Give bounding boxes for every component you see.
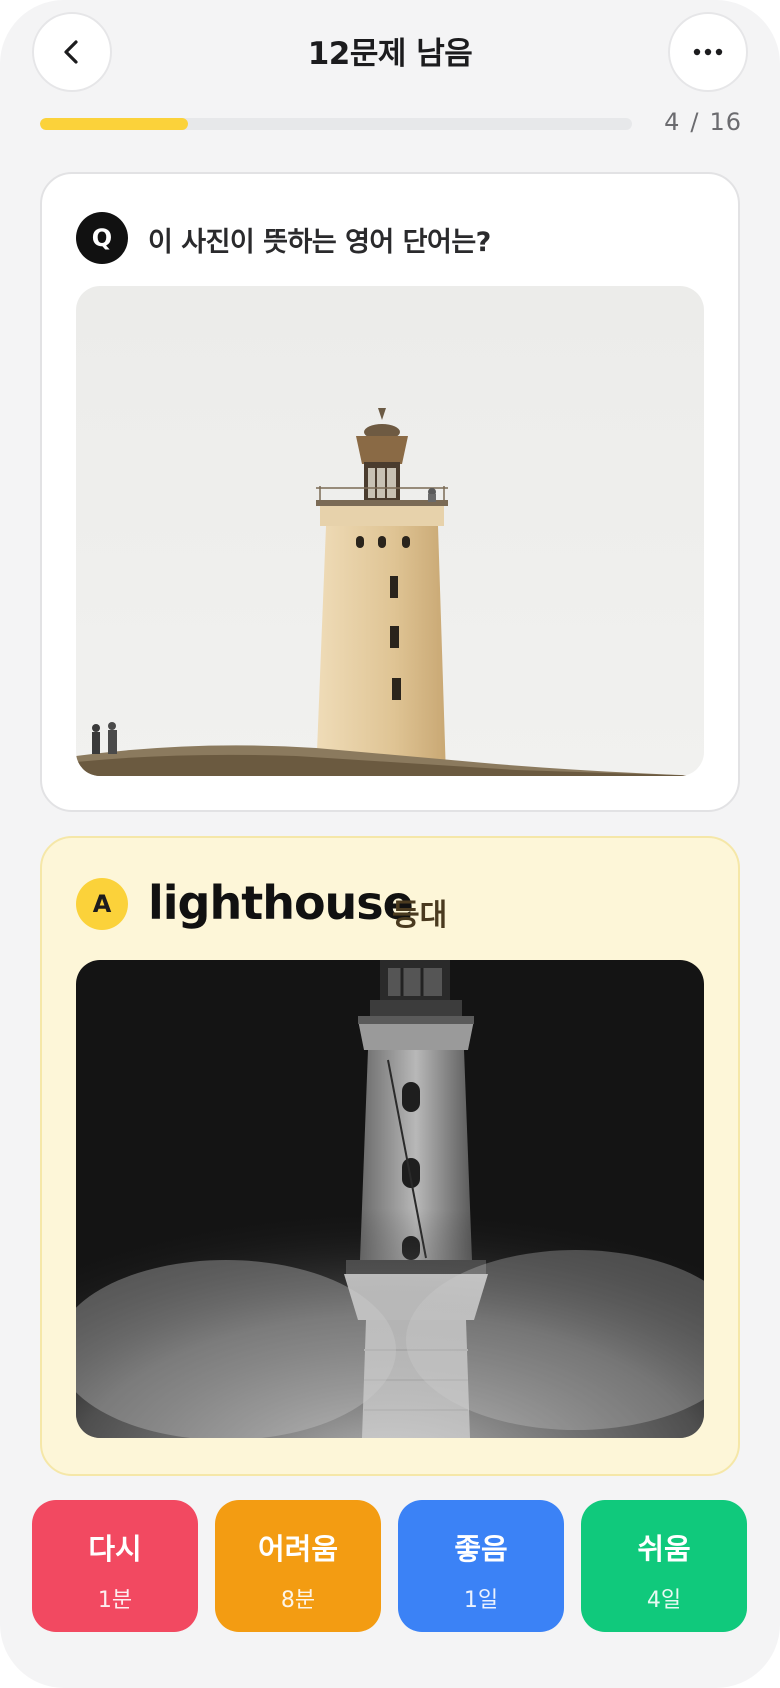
- chevron-left-icon: [64, 40, 78, 64]
- answer-card: A lighthouse 등대: [40, 836, 740, 1476]
- lighthouse-daytime-image: [76, 286, 704, 776]
- rate-good-button[interactable]: 좋음 1일: [398, 1500, 564, 1632]
- answer-meaning: 등대: [392, 898, 448, 933]
- progress-count: 4 / 16: [646, 108, 742, 136]
- rate-again-button[interactable]: 다시 1분: [32, 1500, 198, 1632]
- page-title: 12문제 남음: [307, 36, 473, 72]
- progress-fill: [40, 118, 188, 130]
- progress-bar: [40, 118, 632, 130]
- answer-image: [76, 960, 704, 1438]
- more-horizontal-icon: [693, 48, 723, 56]
- rate-good-interval: 1일: [463, 1588, 499, 1613]
- rate-hard-label: 어려움: [257, 1532, 339, 1566]
- rate-easy-interval: 4일: [646, 1588, 682, 1613]
- rate-easy-button[interactable]: 쉬움 4일: [581, 1500, 747, 1632]
- rate-hard-button[interactable]: 어려움 8분: [215, 1500, 381, 1632]
- question-image: [76, 286, 704, 776]
- back-button[interactable]: [32, 12, 112, 92]
- answer-word: lighthouse: [148, 876, 414, 930]
- rate-good-label: 좋음: [454, 1532, 508, 1566]
- lighthouse-night-image: [76, 960, 704, 1438]
- question-text: 이 사진이 뜻하는 영어 단어는?: [148, 227, 491, 258]
- answer-badge: A: [76, 878, 128, 930]
- rate-hard-interval: 8분: [280, 1588, 316, 1613]
- question-badge: Q: [76, 212, 128, 264]
- progress-current: 4: [664, 108, 681, 136]
- rate-easy-label: 쉬움: [637, 1532, 691, 1566]
- progress-total: 16: [709, 108, 742, 136]
- rate-again-interval: 1분: [97, 1588, 133, 1613]
- more-button[interactable]: [668, 12, 748, 92]
- rate-again-label: 다시: [88, 1532, 142, 1566]
- question-card: Q 이 사진이 뜻하는 영어 단어는?: [40, 172, 740, 812]
- screen: 12문제 남음 4 / 16 Q 이 사진이 뜻하는 영어 단어는? A light…: [0, 0, 780, 1688]
- progress-separator: /: [690, 108, 700, 136]
